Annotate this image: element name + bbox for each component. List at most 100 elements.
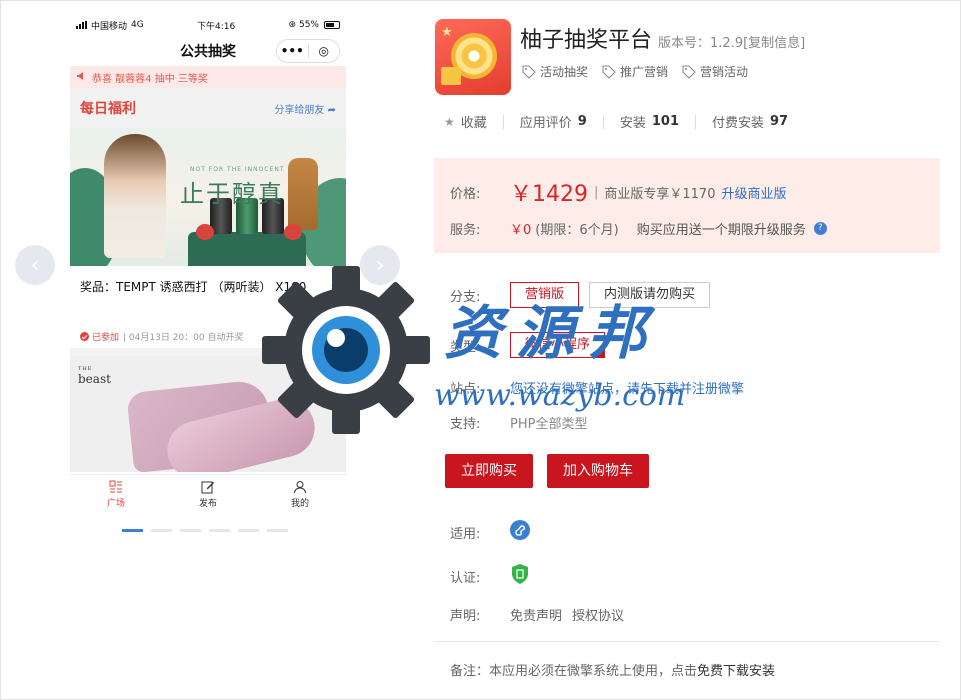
grid-icon <box>109 480 122 493</box>
add-to-cart-button[interactable]: 加入购物车 <box>547 454 649 488</box>
cert-label: 认证: <box>450 570 481 586</box>
battery-icon <box>324 21 340 29</box>
slide-dot[interactable] <box>209 529 230 532</box>
banner-english: NOT FOR THE INNOCENT <box>190 166 285 173</box>
tab-square[interactable]: 广场 <box>70 475 162 514</box>
check-icon <box>80 331 89 341</box>
type-row: 类型: 微信小程序 <box>450 332 615 358</box>
capsule-menu: ••• ◎ <box>276 39 340 63</box>
apply-label: 适用: <box>450 526 481 542</box>
tag-icon <box>522 65 536 79</box>
slide-indicators <box>122 529 288 532</box>
mini-program-icon <box>510 520 530 544</box>
branch-label: 分支: <box>450 289 481 305</box>
favorite-button[interactable]: ★ 收藏 <box>444 112 487 132</box>
slide-dot[interactable] <box>151 529 172 532</box>
type-option-wechat[interactable]: 微信小程序 <box>510 332 606 358</box>
price-value: ￥1429 <box>510 182 588 207</box>
app-title-row: 柚子抽奖平台 版本号：1.2.9[复制信息] <box>520 22 805 54</box>
slide-dot[interactable] <box>180 529 201 532</box>
service-label: 服务: <box>450 223 481 238</box>
second-prize-image: THE beast <box>70 356 346 472</box>
megaphone-icon <box>76 71 86 84</box>
tab-publish[interactable]: 发布 <box>162 475 254 514</box>
user-icon <box>294 481 306 494</box>
draw-time: | 04月13日 20：00 自动开奖 <box>123 332 244 343</box>
site-label: 站点: <box>450 382 481 397</box>
screenshot-gallery: 中国移动 4G 下午4:16 ⊛ 55% 公共抽奖 ••• ◎ 恭喜 靓蓉蓉4 … <box>0 0 414 560</box>
app-name: 柚子抽奖平台 <box>520 28 653 53</box>
price-separator: | <box>594 184 599 200</box>
mini-program-tab-bar: 广场 发布 我的 <box>70 474 346 514</box>
brand-logo: THE beast <box>78 366 111 386</box>
joined-badge: 已参加 <box>80 330 119 343</box>
support-label: 支持: <box>450 417 481 432</box>
app-info-panel: ★ 柚子抽奖平台 版本号：1.2.9[复制信息] 活动抽奖 推广营销 营销活动 … <box>434 0 940 700</box>
branch-option-beta[interactable]: 内测版请勿购买 <box>589 282 711 308</box>
network: 4G <box>131 20 144 30</box>
tag-item[interactable]: 推广营销 <box>602 63 668 80</box>
star-icon: ★ <box>441 25 453 40</box>
price-box: 价格: ￥1429 | 商业版专享￥1170 升级商业版 服务: ￥0 (期限：… <box>434 158 940 253</box>
edit-icon <box>201 481 214 494</box>
app-icon: ★ <box>435 19 511 95</box>
status-time: 下午4:16 <box>196 21 236 32</box>
prize-more: 杭 <box>330 284 340 294</box>
slide-dot[interactable] <box>238 529 259 532</box>
tag-item[interactable]: 营销活动 <box>682 63 748 80</box>
share-link: 分享给朋友 ➦ <box>274 104 336 116</box>
app-stats: ★ 收藏 应用评价 9 安装 101 付费安装 97 <box>444 112 788 131</box>
service-row: 服务: ￥0 (期限：6个月) 购买应用送一个期限升级服务 ? <box>450 219 827 238</box>
winner-notice-text: 恭喜 靓蓉蓉4 抽中 三等奖 <box>92 73 208 85</box>
next-slide-button[interactable]: › <box>360 245 400 285</box>
license-link[interactable]: 授权协议 <box>572 605 624 624</box>
prize-title: 奖品：TEMPT 诱惑西打 （两听装） X100 杭 <box>70 266 346 324</box>
banner-slogan: 止于醇真 <box>180 180 284 208</box>
close-circle-icon: ◎ <box>318 44 329 58</box>
app-version[interactable]: 版本号：1.2.9[复制信息] <box>658 32 805 51</box>
phone-status-bar: 中国移动 4G 下午4:16 ⊛ 55% <box>70 14 346 36</box>
service-note: 购买应用送一个期限升级服务 <box>636 223 806 238</box>
support-value: PHP全部类型 <box>510 417 588 432</box>
site-row: 站点: 您还没有微擎站点，请先下载并注册微擎 <box>450 378 744 397</box>
alarm-icon: ⊛ <box>288 20 296 30</box>
tag-item[interactable]: 活动抽奖 <box>522 63 588 80</box>
tag-icon <box>602 65 616 79</box>
branch-row: 分支: 营销版 内测版请勿购买 <box>450 282 720 308</box>
price-label: 价格: <box>450 186 481 202</box>
tab-mine[interactable]: 我的 <box>254 475 346 514</box>
rating-stat: 应用评价 9 <box>519 114 587 131</box>
battery-level: 55% <box>298 20 319 30</box>
daily-title: 每日福利 <box>80 101 136 117</box>
app-tags: 活动抽奖 推广营销 营销活动 <box>522 63 748 80</box>
signal-icon <box>76 21 87 29</box>
tag-icon <box>682 65 696 79</box>
daily-welfare-header: 每日福利 分享给朋友 ➦ <box>70 88 346 128</box>
share-icon: ➦ <box>327 104 336 116</box>
mini-program-title: 公共抽奖 <box>180 44 236 60</box>
disclaimer-link[interactable]: 免责声明 <box>510 605 562 624</box>
service-price: ￥0 <box>510 223 532 238</box>
upgrade-link[interactable]: 升级商业版 <box>721 183 786 202</box>
slide-dot[interactable] <box>122 529 143 532</box>
joined-status: 已参加 | 04月13日 20：00 自动开奖 <box>70 324 346 348</box>
buy-now-button[interactable]: 立即购买 <box>445 454 533 488</box>
register-site-link[interactable]: 您还没有微擎站点，请先下载并注册微擎 <box>510 378 744 397</box>
prev-slide-button[interactable]: ‹ <box>15 245 55 285</box>
statement-row: 声明: 免责声明 授权协议 <box>450 605 624 624</box>
phone-screenshot[interactable]: 中国移动 4G 下午4:16 ⊛ 55% 公共抽奖 ••• ◎ 恭喜 靓蓉蓉4 … <box>70 14 346 514</box>
branch-option-marketing[interactable]: 营销版 <box>510 282 580 308</box>
support-row: 支持: PHP全部类型 <box>450 413 587 432</box>
service-period: (期限：6个月) <box>535 223 619 238</box>
slide-dot[interactable] <box>267 529 288 532</box>
more-icon: ••• <box>280 44 304 58</box>
help-icon[interactable]: ? <box>813 222 827 235</box>
install-stat: 安装 101 <box>619 114 679 131</box>
free-download-link[interactable]: 免费下载安装 <box>697 664 775 679</box>
winner-notice: 恭喜 靓蓉蓉4 抽中 三等奖 <box>70 66 346 88</box>
mini-program-title-bar: 公共抽奖 ••• ◎ <box>70 36 346 66</box>
cert-row: 认证: <box>450 563 530 589</box>
install-note: 备注：本应用必须在微擎系统上使用，点击免费下载安装 <box>450 664 776 679</box>
type-label: 类型: <box>450 339 481 355</box>
divider <box>434 641 940 642</box>
